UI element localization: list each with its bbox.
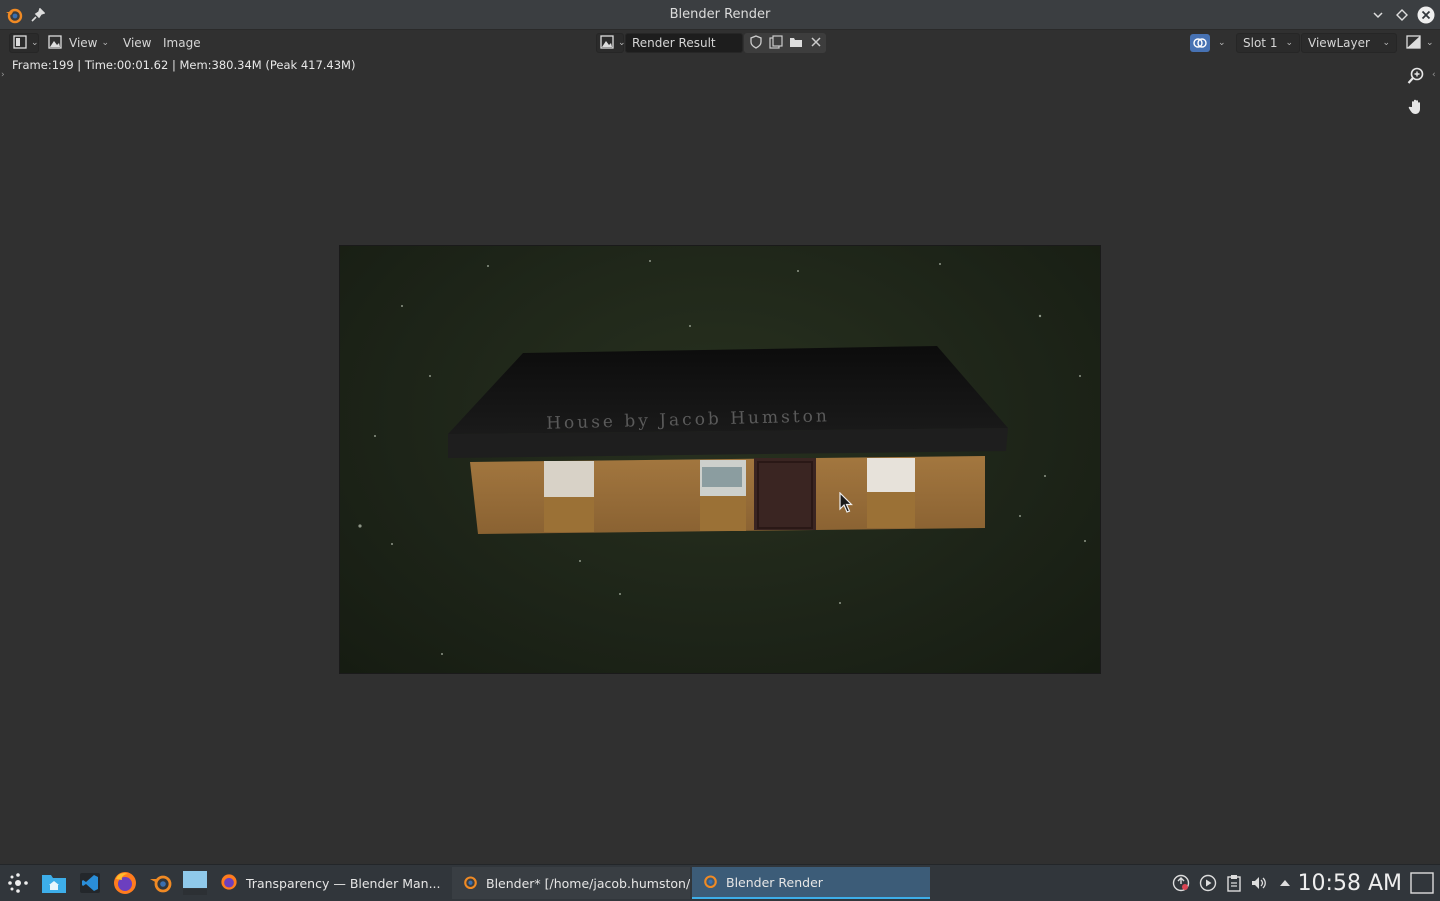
chevron-down-icon: ⌄: [1285, 38, 1293, 48]
task-label: Blender* [/home/jacob.humston/...: [486, 875, 690, 891]
overlay-icon: [1190, 34, 1210, 52]
render-stats: Frame:199 | Time:00:01.62 | Mem:380.34M …: [12, 58, 356, 72]
file-manager-icon[interactable]: [40, 869, 68, 897]
chevron-down-icon: ⌄: [1426, 38, 1434, 48]
slot-label: Slot 1: [1243, 36, 1278, 50]
clipboard-icon[interactable]: [1225, 874, 1243, 892]
unlink-x-icon[interactable]: [810, 36, 822, 51]
pan-button[interactable]: [1403, 96, 1429, 122]
slot-dropdown[interactable]: Slot 1 ⌄: [1236, 33, 1300, 53]
taskbar-clock[interactable]: 10:58 AM: [1298, 867, 1402, 901]
show-desktop-icon[interactable]: [1410, 871, 1434, 895]
volume-icon[interactable]: [1250, 874, 1268, 892]
vscode-icon[interactable]: [76, 869, 104, 897]
view-mode-dropdown[interactable]: View ⌄: [48, 33, 109, 53]
browse-image-dropdown[interactable]: ⌄: [596, 33, 626, 53]
open-folder-icon[interactable]: [789, 35, 803, 52]
chevron-down-icon: ⌄: [101, 38, 110, 48]
image-icon: [48, 34, 62, 52]
image-browse-icon: [600, 34, 614, 52]
blender-task-icon: [700, 872, 718, 893]
view-layer-label: ViewLayer: [1308, 36, 1370, 50]
taskbar: Transparency — Blender Man... Blender* […: [0, 864, 1440, 901]
sidebar-toggle-right-icon[interactable]: ‹: [1432, 70, 1436, 80]
editor-type-dropdown[interactable]: ⌄: [9, 33, 39, 53]
render-scene-illustration: [358, 260, 1086, 655]
blender-launcher-icon[interactable]: [147, 869, 175, 897]
task-label: Transparency — Blender Man...: [246, 875, 441, 891]
maximize-icon[interactable]: [1392, 5, 1412, 25]
mouse-cursor-icon: [839, 492, 853, 513]
expand-tray-icon[interactable]: [1276, 874, 1294, 892]
new-image-icon[interactable]: [769, 34, 783, 52]
window-titlebar: Blender Render: [0, 0, 1440, 30]
app-launcher-icon[interactable]: [4, 869, 32, 897]
blender-task-icon: [460, 873, 478, 894]
menu-view[interactable]: View: [123, 33, 151, 53]
display-channels-dropdown[interactable]: ⌄: [1406, 33, 1434, 53]
hand-icon: [1407, 98, 1425, 120]
task-firefox-transparency[interactable]: Transparency — Blender Man...: [212, 867, 450, 899]
view-layer-dropdown[interactable]: ViewLayer ⌄: [1301, 33, 1397, 53]
minimize-icon[interactable]: [1368, 5, 1388, 25]
task-blender-main[interactable]: Blender* [/home/jacob.humston/...: [452, 867, 690, 899]
fake-user-shield-icon[interactable]: [749, 34, 763, 52]
desktop-pager-icon[interactable]: [181, 869, 209, 897]
zoom-in-icon: [1407, 67, 1425, 89]
task-blender-render[interactable]: Blender Render: [692, 867, 930, 899]
image-actions: [744, 33, 826, 53]
media-player-icon[interactable]: [1199, 874, 1217, 892]
sidebar-toggle-left-icon[interactable]: ›: [1, 70, 5, 80]
task-label: Blender Render: [726, 874, 823, 890]
chevron-down-icon: ⌄: [31, 38, 39, 48]
render-result-image[interactable]: House by Jacob Humston: [339, 245, 1101, 674]
image-name-field[interactable]: Render Result: [625, 33, 743, 53]
window-title: Blender Render: [669, 7, 771, 22]
image-editor-header: ⌄ View ⌄ View Image ⌄ Render Result ⌄ Sl…: [0, 30, 1440, 56]
chevron-down-icon: ⌄: [1382, 38, 1390, 48]
close-icon[interactable]: [1416, 5, 1436, 25]
firefox-task-icon: [220, 873, 238, 894]
image-name-text: Render Result: [632, 36, 716, 50]
update-notifier-icon[interactable]: [1172, 874, 1190, 892]
chevron-down-icon: ⌄: [1218, 38, 1226, 48]
display-channels-icon: [1406, 34, 1422, 52]
view-mode-label: View: [69, 36, 98, 50]
firefox-icon[interactable]: [111, 869, 139, 897]
overlay-toggle[interactable]: ⌄: [1190, 33, 1226, 53]
image-editor-icon: [13, 34, 27, 52]
zoom-button[interactable]: [1403, 65, 1429, 91]
menu-image[interactable]: Image: [163, 33, 201, 53]
